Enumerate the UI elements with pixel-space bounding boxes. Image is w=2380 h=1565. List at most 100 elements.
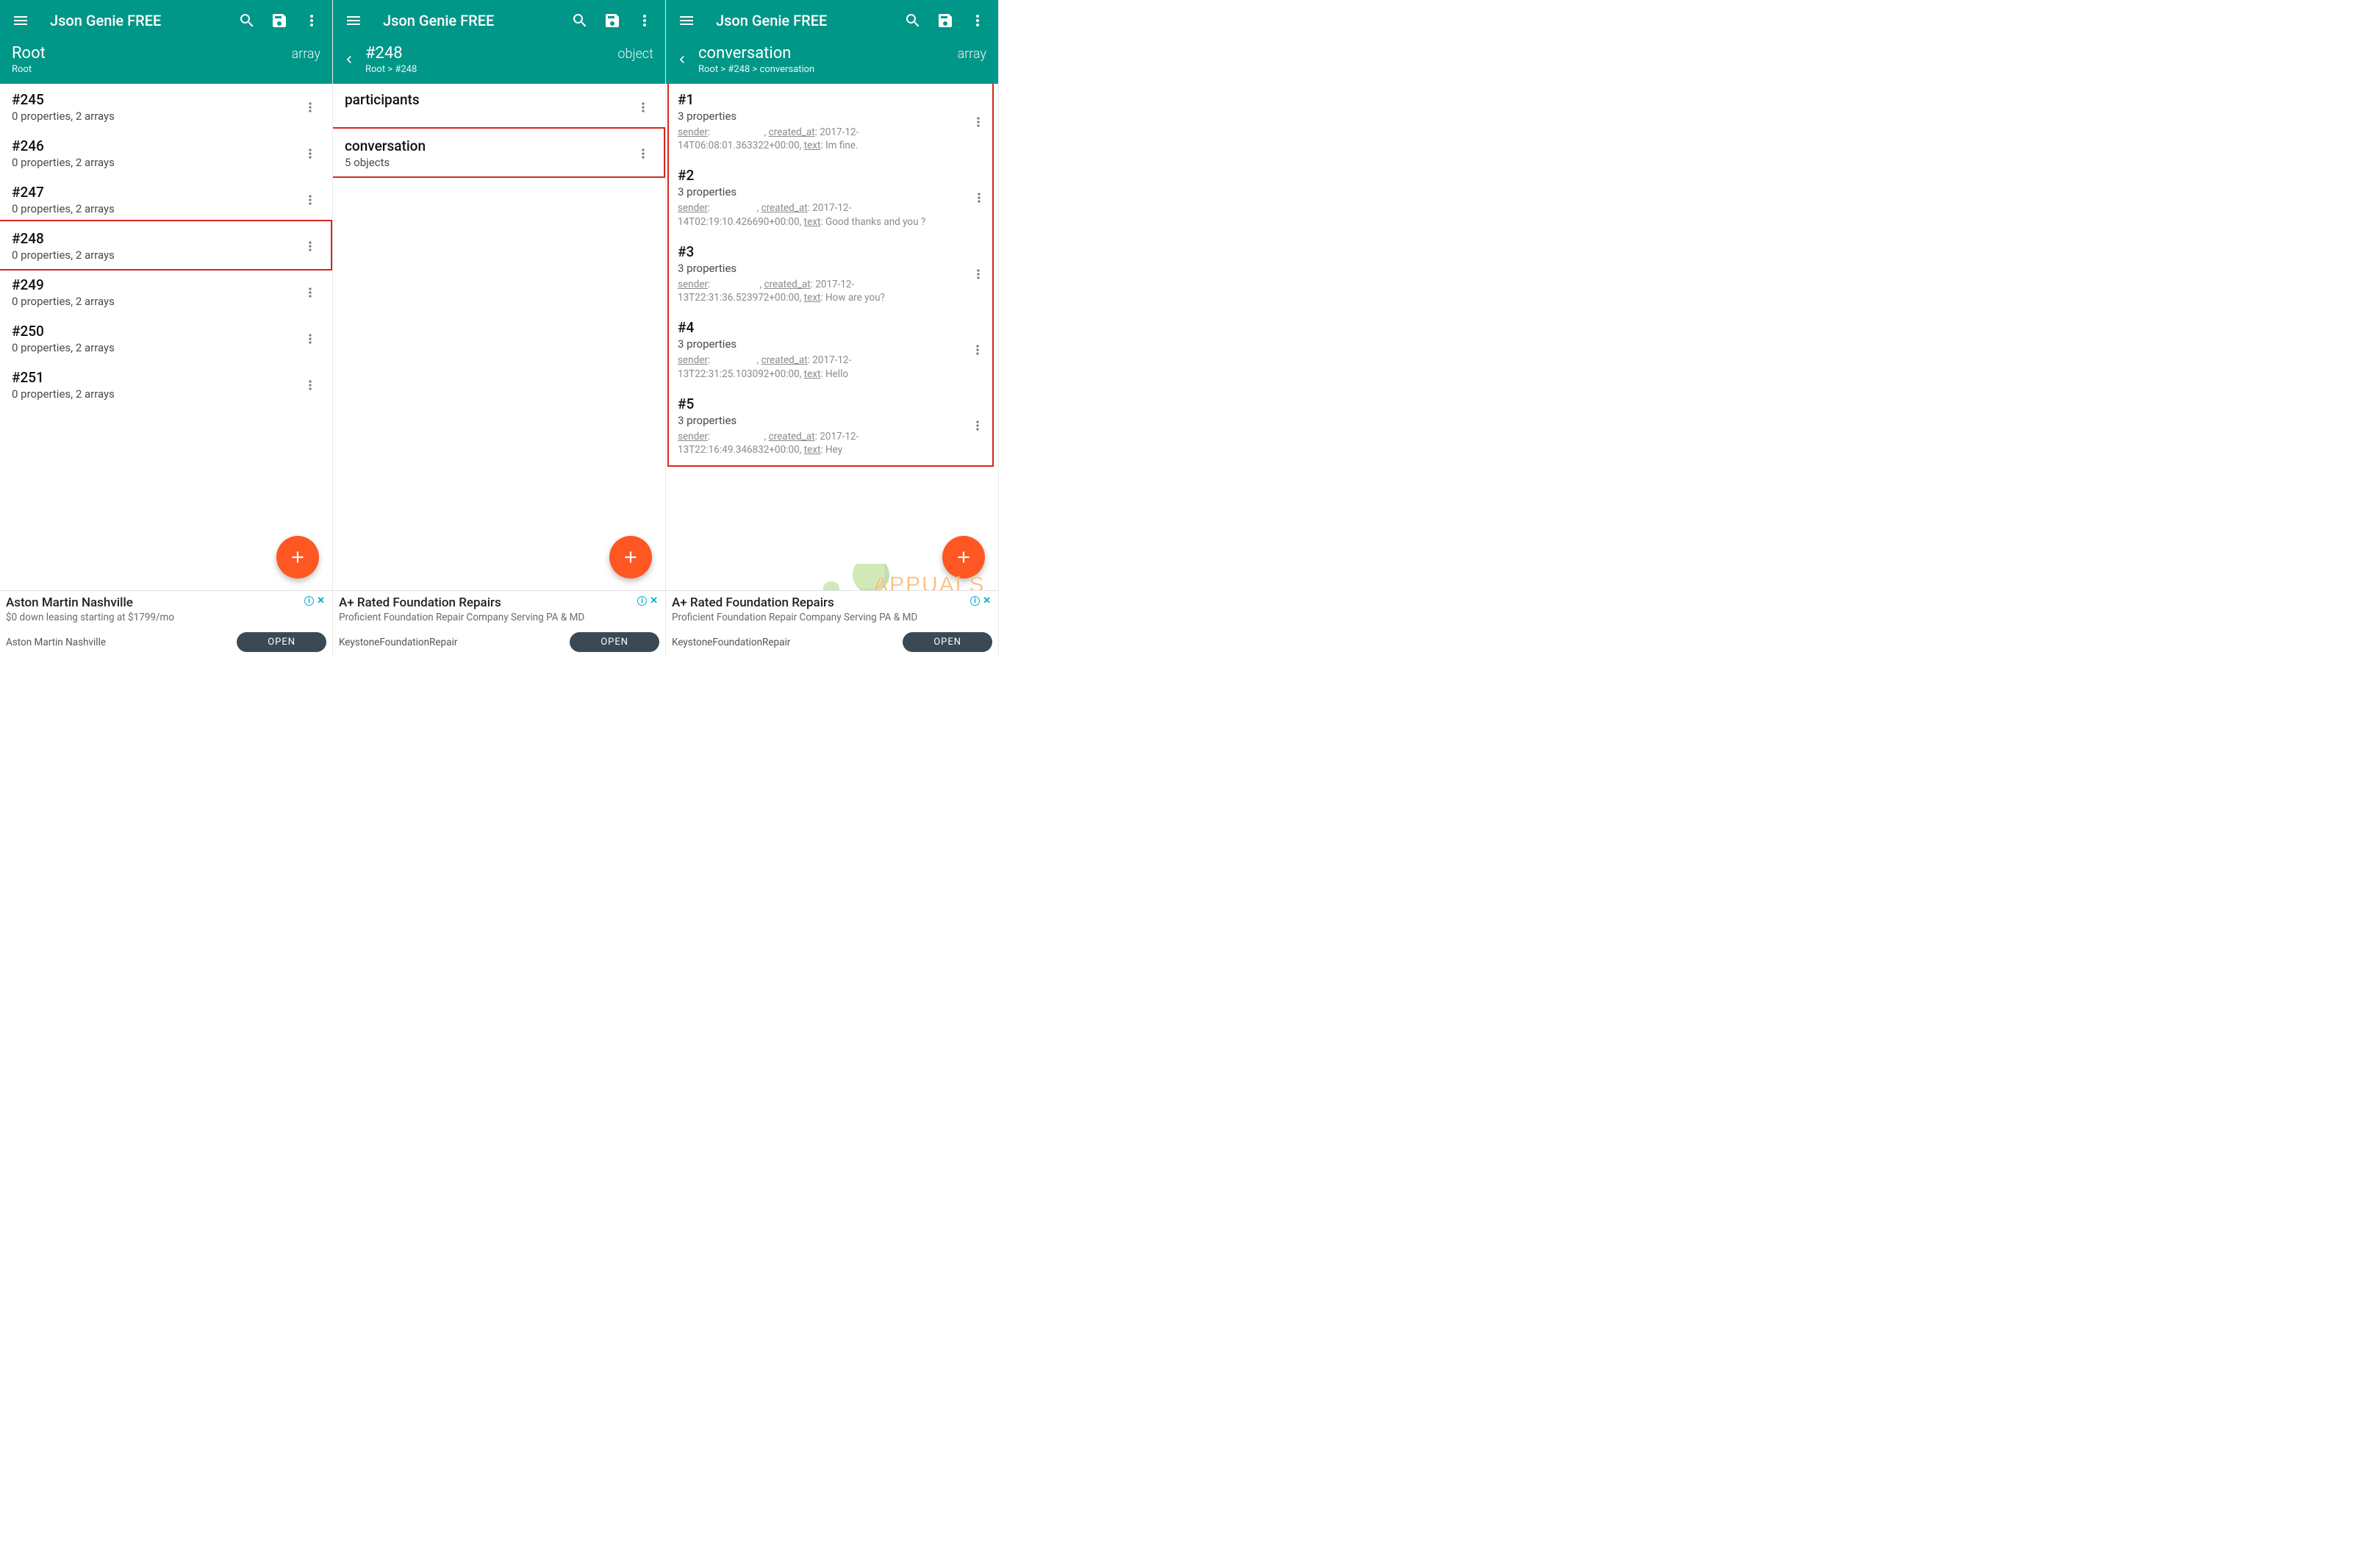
item-title: #249 (12, 276, 297, 293)
search-icon[interactable] (897, 4, 929, 37)
more-vert-icon[interactable] (961, 4, 994, 37)
menu-icon[interactable] (4, 4, 37, 37)
item-more-icon[interactable] (971, 264, 986, 284)
ad-info-icon[interactable]: i (304, 596, 314, 606)
item-more-icon[interactable] (633, 97, 653, 118)
ad-close-icon[interactable]: ✕ (315, 595, 326, 606)
search-icon[interactable] (564, 4, 596, 37)
item-title: #2 (678, 167, 969, 184)
app-title: Json Genie FREE (703, 12, 897, 29)
appbar-sub: Root array Root (0, 41, 332, 84)
ad-source: KeystoneFoundationRepair (339, 637, 562, 648)
node-type: object (617, 46, 653, 62)
back-button[interactable] (336, 46, 362, 73)
fab-add[interactable] (609, 536, 652, 579)
ad-banner: A+ Rated Foundation Repairs Proficient F… (666, 590, 998, 656)
ad-title: A+ Rated Foundation Repairs (339, 595, 584, 610)
item-title: #245 (12, 91, 297, 108)
item-sub: 0 properties, 2 arrays (12, 156, 297, 169)
list-item[interactable]: #246 0 properties, 2 arrays (0, 130, 332, 176)
list-item[interactable]: #5 3 properties sender: , created_at: 20… (666, 388, 998, 464)
ad-sub: Proficient Foundation Repair Company Ser… (339, 612, 584, 623)
node-type: array (957, 46, 986, 62)
panel-248: Json Genie FREE #248 object Root > #248 … (333, 0, 666, 656)
app-title: Json Genie FREE (370, 12, 564, 29)
item-more-icon[interactable] (969, 340, 986, 360)
redacted-text (713, 204, 757, 213)
ad-source: KeystoneFoundationRepair (672, 637, 895, 648)
list-item[interactable]: #248 0 properties, 2 arrays (0, 223, 332, 269)
item-more-icon[interactable] (300, 190, 320, 210)
redacted-text (345, 112, 462, 122)
redacted-text (713, 432, 764, 442)
item-detail: sender: , created_at: 2017-12-13T22:16:4… (678, 430, 967, 456)
node-type: array (291, 46, 320, 62)
ad-badge: i ✕ (304, 595, 326, 606)
list-item[interactable]: #247 0 properties, 2 arrays (0, 176, 332, 223)
back-button[interactable] (669, 46, 695, 73)
item-title: #246 (12, 137, 297, 154)
breadcrumb: Root (12, 64, 320, 75)
item-more-icon[interactable] (300, 282, 320, 303)
item-sub: 0 properties, 2 arrays (12, 387, 297, 401)
save-icon[interactable] (596, 4, 628, 37)
item-sub: 0 properties, 2 arrays (12, 295, 297, 308)
list-item[interactable]: #245 0 properties, 2 arrays (0, 84, 332, 130)
ad-open-button[interactable]: OPEN (903, 632, 992, 652)
app-title: Json Genie FREE (37, 12, 231, 29)
more-vert-icon[interactable] (295, 4, 328, 37)
item-detail: sender: , created_at: 2017-12-14T06:08:0… (678, 126, 967, 152)
menu-icon[interactable] (670, 4, 703, 37)
list-item[interactable]: #249 0 properties, 2 arrays (0, 269, 332, 315)
item-more-icon[interactable] (300, 97, 320, 118)
item-title: participants (345, 91, 630, 108)
item-more-icon[interactable] (969, 415, 986, 436)
fab-add[interactable] (942, 536, 985, 579)
appbar-top: Json Genie FREE (666, 0, 998, 41)
ad-open-button[interactable]: OPEN (570, 632, 659, 652)
ad-info-icon[interactable]: i (637, 596, 647, 606)
item-more-icon[interactable] (300, 143, 320, 164)
item-sub: 0 properties, 2 arrays (12, 248, 297, 262)
save-icon[interactable] (929, 4, 961, 37)
appbar-sub: #248 object Root > #248 (333, 41, 665, 84)
ad-close-icon[interactable]: ✕ (648, 595, 659, 606)
save-icon[interactable] (263, 4, 295, 37)
ad-title: A+ Rated Foundation Repairs (672, 595, 917, 610)
list-item[interactable]: conversation 5 objects (333, 130, 665, 176)
item-more-icon[interactable] (970, 112, 986, 132)
redacted-text (713, 356, 757, 365)
item-title: #251 (12, 369, 297, 386)
redacted-text (713, 280, 760, 290)
list-item[interactable]: #4 3 properties sender: , created_at: 20… (666, 312, 998, 387)
ad-info-icon[interactable]: i (970, 596, 980, 606)
breadcrumb: Root > #248 > conversation (698, 64, 986, 75)
node-title: conversation (698, 44, 791, 62)
list-item[interactable]: #2 3 properties sender: , created_at: 20… (666, 160, 998, 235)
list-item[interactable]: #3 3 properties sender: , created_at: 20… (666, 236, 998, 312)
ad-close-icon[interactable]: ✕ (981, 595, 992, 606)
ad-sub: $0 down leasing starting at $1799/mo (6, 612, 174, 623)
item-more-icon[interactable] (972, 187, 986, 208)
item-more-icon[interactable] (300, 329, 320, 349)
ad-title: Aston Martin Nashville (6, 595, 174, 610)
ad-open-button[interactable]: OPEN (237, 632, 326, 652)
item-more-icon[interactable] (300, 236, 320, 257)
menu-icon[interactable] (337, 4, 370, 37)
list-item[interactable]: #1 3 properties sender: , created_at: 20… (666, 84, 998, 160)
ad-badge: i ✕ (970, 595, 992, 606)
item-title: conversation (345, 137, 630, 154)
ad-sub: Proficient Foundation Repair Company Ser… (672, 612, 917, 623)
item-sub: 5 objects (345, 156, 630, 169)
search-icon[interactable] (231, 4, 263, 37)
list-item[interactable]: #250 0 properties, 2 arrays (0, 315, 332, 362)
redacted-text (713, 128, 764, 137)
item-more-icon[interactable] (300, 375, 320, 395)
more-vert-icon[interactable] (628, 4, 661, 37)
item-more-icon[interactable] (633, 143, 653, 164)
list-item[interactable]: #251 0 properties, 2 arrays (0, 362, 332, 408)
list-item[interactable]: participants (333, 84, 665, 130)
item-sub: 3 properties (678, 110, 967, 123)
item-title: #4 (678, 319, 967, 336)
fab-add[interactable] (276, 536, 319, 579)
